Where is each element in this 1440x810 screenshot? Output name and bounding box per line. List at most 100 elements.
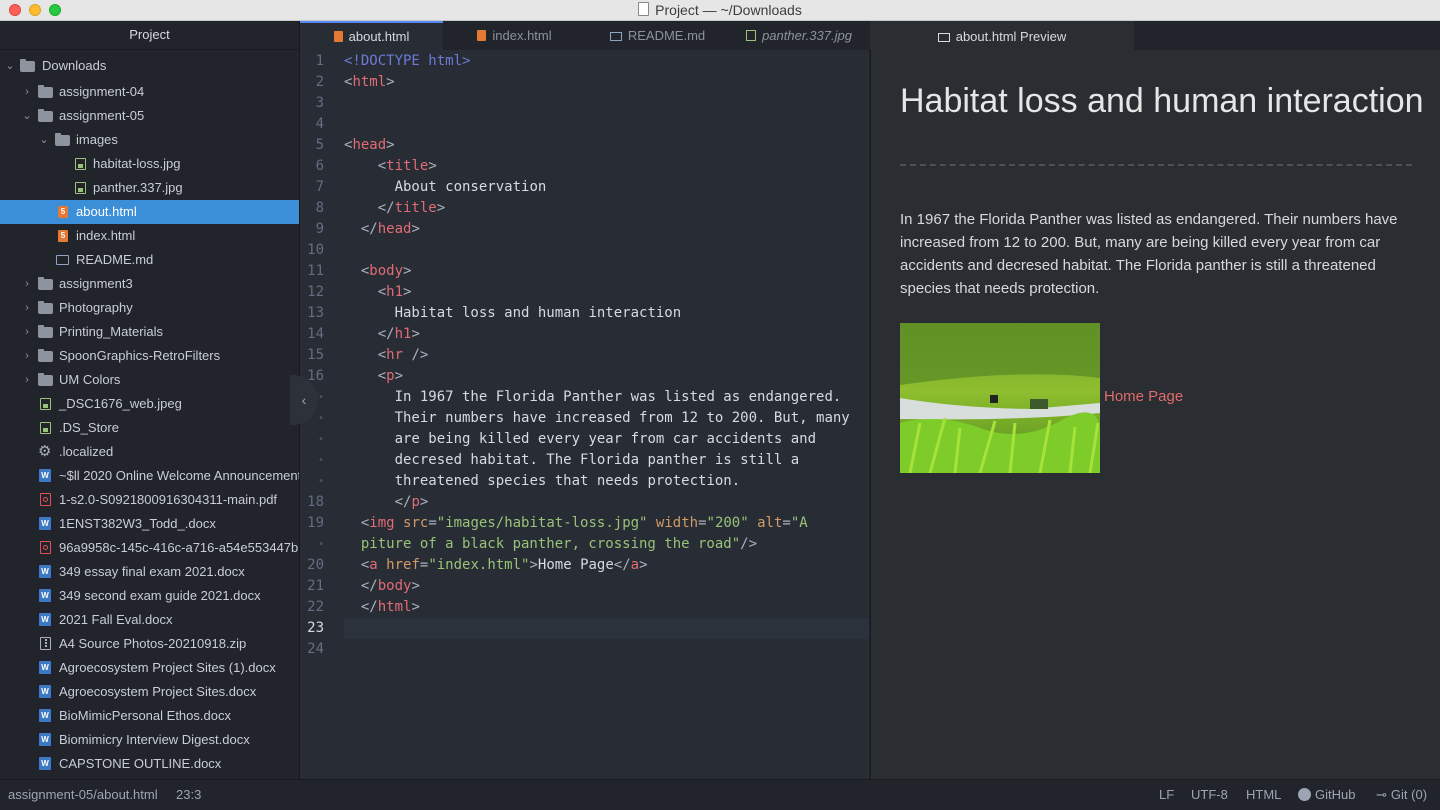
code-line: <a href="index.html">Home Page</a>: [344, 557, 648, 573]
tab-about-html[interactable]: about.html: [300, 21, 443, 52]
code-editor[interactable]: 1 2 3 4 5 6 7 8 9 10 11 12 13 14 15 16 •…: [300, 50, 869, 779]
file-icon: [40, 422, 51, 434]
tab-readme[interactable]: README.md: [586, 21, 729, 50]
tab-preview[interactable]: about.html Preview: [870, 21, 1134, 52]
tree-file-dsc1676[interactable]: _DSC1676_web.jpeg: [0, 392, 299, 416]
tree-file-349-second[interactable]: W 349 second exam guide 2021.docx: [0, 584, 299, 608]
tree-file-a4-zip[interactable]: A4 Source Photos-20210918.zip: [0, 632, 299, 656]
tree-file-349-essay[interactable]: W 349 essay final exam 2021.docx: [0, 560, 299, 584]
code-line: <title>: [344, 158, 437, 174]
soft-wrap-marker: •: [317, 476, 324, 487]
tree-folder-assignment-04[interactable]: › assignment-04: [0, 80, 299, 104]
status-grammar[interactable]: HTML: [1246, 780, 1281, 810]
folder-icon: [38, 373, 53, 386]
tree-item-label: index.html: [76, 228, 136, 243]
line-number: 24: [307, 641, 324, 657]
folder-icon: [38, 349, 53, 362]
code-line: <html>: [344, 74, 395, 90]
code-line: </html>: [344, 599, 420, 615]
tree-file-agro[interactable]: W Agroecosystem Project Sites.docx: [0, 680, 299, 704]
tree-file-localized[interactable]: ⚙ .localized: [0, 440, 299, 464]
line-number: 18: [307, 494, 324, 510]
code-line: <body>: [344, 263, 412, 279]
tree-item-label: assignment-05: [59, 108, 145, 123]
tree-item-label: Biomimicry Interview Digest.docx: [59, 732, 250, 747]
line-number: 1: [315, 53, 324, 69]
window-title: Project — ~/Downloads: [0, 2, 1440, 18]
chevron-right-icon: ›: [25, 278, 29, 290]
code-line: <!DOCTYPE html>: [344, 53, 471, 69]
tree-folder-um-colors[interactable]: › UM Colors: [0, 368, 299, 392]
markdown-icon: [609, 32, 622, 41]
chevron-right-icon: ›: [25, 350, 29, 362]
line-number: 7: [315, 179, 324, 195]
status-cursor-position[interactable]: 23:3: [176, 780, 201, 810]
line-number: 5: [315, 137, 324, 153]
tree-folder-downloads[interactable]: ⌄ Downloads: [0, 54, 299, 78]
image-file-icon: [75, 182, 86, 194]
preview-home-page-link[interactable]: Home Page: [1104, 388, 1183, 405]
github-icon: [1298, 788, 1311, 801]
tree-file-biomimicry-digest[interactable]: W Biomimicry Interview Digest.docx: [0, 728, 299, 752]
tree-file-panther[interactable]: panther.337.jpg: [0, 176, 299, 200]
preview-heading: Habitat loss and human interaction: [900, 82, 1424, 120]
image-file-icon: [75, 158, 86, 170]
code-line: <head>: [344, 137, 395, 153]
tree-file-agro-1[interactable]: W Agroecosystem Project Sites (1).docx: [0, 656, 299, 680]
tree-folder-photography[interactable]: › Photography: [0, 296, 299, 320]
word-doc-icon: W: [39, 517, 51, 530]
tree-file-capstone[interactable]: W CAPSTONE OUTLINE.docx: [0, 752, 299, 776]
line-number: 3: [315, 95, 324, 111]
tree-file-ds-store[interactable]: .DS_Store: [0, 416, 299, 440]
code-line: piture of a black panther, crossing the …: [360, 536, 758, 552]
image-file-icon: [40, 398, 51, 410]
status-github-button[interactable]: GitHub: [1298, 780, 1355, 810]
code-line: <p>: [344, 368, 404, 384]
tree-item-label: 96a9958c-145c-416c-a716-a54e553447b: [59, 540, 299, 555]
tree-item-label: Printing_Materials: [59, 324, 164, 339]
tree-folder-assignment-05[interactable]: ⌄ assignment-05: [0, 104, 299, 128]
tree-file-pdf-main[interactable]: 1-s2.0-S0921800916304311-main.pdf: [0, 488, 299, 512]
tree-file-biomimic-ethos[interactable]: W BioMimicPersonal Ethos.docx: [0, 704, 299, 728]
code-line: are being killed every year from car acc…: [394, 431, 817, 447]
tree-file-readme[interactable]: README.md: [0, 248, 299, 272]
code-line: <hr />: [344, 347, 429, 363]
preview-paragraph: In 1967 the Florida Panther was listed a…: [900, 211, 1398, 297]
tree-file-habitat-loss[interactable]: habitat-loss.jpg: [0, 152, 299, 176]
code-line: <img src="images/habitat-loss.jpg" width…: [344, 515, 808, 531]
status-encoding[interactable]: UTF-8: [1191, 780, 1228, 810]
status-line-ending[interactable]: LF: [1159, 780, 1174, 810]
tree-folder-printing-materials[interactable]: › Printing_Materials: [0, 320, 299, 344]
tree-file-fall-eval[interactable]: W 2021 Fall Eval.docx: [0, 608, 299, 632]
markdown-icon: [56, 255, 69, 265]
html5-icon: 5: [58, 206, 68, 218]
tree-folder-assignment3[interactable]: › assignment3: [0, 272, 299, 296]
tree-item-label: images: [76, 132, 118, 147]
project-tree-panel: Project ⌄ Downloads › assignment-04 ⌄ as…: [0, 21, 300, 779]
preview-panther-image: [900, 323, 1100, 473]
chevron-down-icon: ⌄: [39, 134, 49, 146]
line-number: 9: [315, 221, 324, 237]
chevron-left-icon: ‹: [301, 392, 307, 408]
folder-icon: [38, 301, 53, 314]
status-file-path[interactable]: assignment-05/about.html: [8, 780, 158, 810]
preview-horizontal-rule: [900, 164, 1412, 166]
status-git-button[interactable]: ⊸ Git (0): [1376, 780, 1427, 810]
tab-panther-jpg[interactable]: panther.337.jpg: [729, 21, 869, 50]
html-preview-pane: Habitat loss and human interaction In 19…: [870, 50, 1440, 779]
chevron-down-icon: ⌄: [5, 60, 15, 72]
tree-file-96a9958c[interactable]: 96a9958c-145c-416c-a716-a54e553447b: [0, 536, 299, 560]
tree-item-label: assignment3: [59, 276, 133, 291]
tree-item-label: assignment-04: [59, 84, 145, 99]
tree-folder-spoongraphics[interactable]: › SpoonGraphics-RetroFilters: [0, 344, 299, 368]
soft-wrap-marker: •: [317, 455, 324, 466]
line-number: 11: [307, 263, 324, 279]
tree-file-welcome-announcement[interactable]: W ~$ll 2020 Online Welcome Announcement: [0, 464, 299, 488]
tree-folder-images[interactable]: ⌄ images: [0, 128, 299, 152]
tree-item-label: README.md: [76, 252, 154, 267]
tree-file-enst382[interactable]: W 1ENST382W3_Todd_.docx: [0, 512, 299, 536]
word-doc-icon: W: [39, 757, 51, 770]
tree-file-index-html[interactable]: 5 index.html: [0, 224, 299, 248]
tab-index-html[interactable]: index.html: [443, 21, 586, 50]
tree-file-about-html[interactable]: 5 about.html: [0, 200, 299, 224]
